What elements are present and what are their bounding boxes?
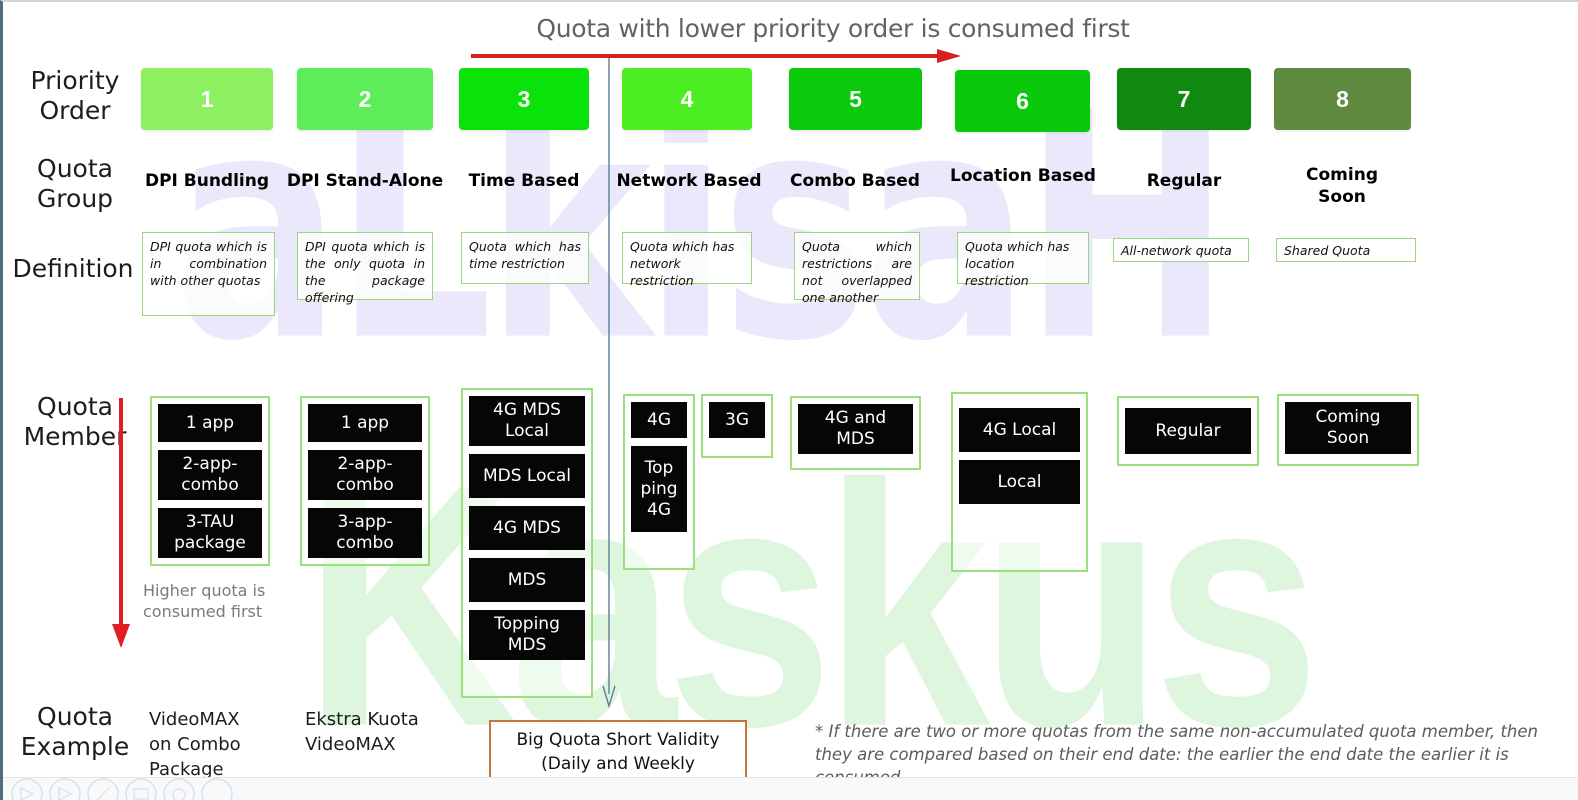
row-label-quota-example: Quota Example — [11, 702, 139, 762]
banner-title: Quota with lower priority order is consu… — [536, 14, 1130, 43]
quota-group-header-3: Time Based — [468, 171, 580, 191]
definition-box-3: Quota which has time restriction — [461, 232, 589, 284]
member-chip[interactable]: 3G — [709, 402, 765, 438]
member-group-6: 4G Local Local — [951, 392, 1088, 572]
member-chip-line2: ping — [640, 478, 678, 499]
member-chip-line1: Coming — [1315, 407, 1381, 427]
member-group-7: Regular — [1117, 396, 1259, 466]
member-group-4: 4G Top ping 4G — [623, 394, 695, 570]
quota-group-header-8-line2: Soon — [1318, 187, 1366, 207]
row-label-example-line1: Quota — [37, 702, 113, 731]
member-chip[interactable]: MDS Local — [469, 454, 585, 498]
row-label-group-line2: Group — [36, 184, 114, 213]
priority-chip-4[interactable]: 4 — [622, 68, 752, 130]
banner-arrow-icon — [471, 49, 961, 63]
member-chip[interactable]: 4G and MDS — [798, 404, 913, 454]
row-label-group-line1: Quota — [37, 154, 113, 183]
section-divider-line — [602, 54, 616, 709]
row-label-priority-order: Priority Order — [11, 66, 139, 126]
quota-example-2-line1: Ekstra Kuota — [305, 709, 419, 730]
member-chip[interactable]: 4G MDS Local — [469, 396, 585, 446]
definition-box-7: All-network quota — [1113, 238, 1249, 262]
member-chip[interactable]: 4G MDS — [469, 506, 585, 550]
quota-group-header-5: Combo Based — [790, 171, 920, 191]
definition-box-8: Shared Quota — [1276, 238, 1416, 262]
member-chip[interactable]: 3-TAU package — [158, 508, 262, 558]
priority-chip-8[interactable]: 8 — [1274, 68, 1411, 130]
member-chip-line1: 3-TAU — [185, 512, 235, 532]
member-chip-line1: 2-app- — [337, 454, 393, 474]
priority-chip-6[interactable]: 6 — [955, 70, 1090, 132]
member-chip[interactable]: MDS — [469, 558, 585, 602]
member-chip-line2: package — [174, 533, 246, 553]
member-chip-line1: 4G and — [824, 408, 887, 428]
member-chip[interactable]: 3-app- combo — [308, 508, 422, 558]
row-label-priority-line1: Priority — [30, 66, 120, 95]
member-chip-line2: Soon — [1326, 428, 1370, 448]
priority-chip-1[interactable]: 1 — [141, 68, 273, 130]
member-chip[interactable]: Top ping 4G — [631, 446, 687, 532]
member-chip-line2: combo — [336, 533, 394, 553]
quota-example-1: VideoMAX on Combo Package — [149, 707, 309, 782]
priority-chip-5[interactable]: 5 — [789, 68, 922, 130]
member-chip[interactable]: 4G — [631, 402, 687, 438]
priority-chip-3[interactable]: 3 — [459, 68, 589, 130]
member-chip-line2: combo — [336, 475, 394, 495]
definition-box-4: Quota which has network restriction — [622, 232, 752, 288]
member-chip[interactable]: 1 app — [308, 404, 422, 442]
member-chip-line1: Top — [644, 457, 674, 478]
bottom-toolbar-icons — [11, 778, 233, 800]
definition-box-2: DPI quota which is the only quota in the… — [297, 232, 433, 305]
quota-group-header-4: Network Based — [616, 171, 762, 191]
quota-group-header-8-line1: Coming — [1306, 165, 1378, 185]
row-label-definition: Definition — [12, 254, 134, 283]
member-group-2: 1 app 2-app- combo 3-app- combo — [300, 396, 430, 566]
member-chip[interactable]: 1 app — [158, 404, 262, 442]
quota-group-header-1: DPI Bundling — [144, 171, 270, 191]
member-chip-line2: Local — [504, 421, 550, 441]
member-chip[interactable]: 2-app- combo — [308, 450, 422, 500]
member-chip-line1: Topping — [494, 614, 560, 634]
member-chip[interactable]: 4G Local — [959, 408, 1080, 452]
quota-example-1-line2: on Combo — [149, 734, 241, 755]
quota-group-header-7: Regular — [1146, 171, 1222, 191]
member-chip[interactable]: Regular — [1125, 408, 1251, 454]
member-group-8: Coming Soon — [1277, 394, 1419, 466]
member-chip-line1: 2-app- — [182, 454, 238, 474]
definition-box-5: Quota which restrictions are not overlap… — [794, 232, 920, 305]
member-chip-line2: MDS — [507, 635, 547, 655]
quota-group-header-6: Location Based — [950, 166, 1096, 186]
member-chip-line1: 3-app- — [337, 512, 393, 532]
diagram-canvas: aLkisaH Kaskus Quota with lower priority… — [0, 0, 1578, 800]
row-label-example-line2: Example — [20, 732, 130, 761]
member-group-1: 1 app 2-app- combo 3-TAU package — [150, 396, 270, 566]
member-group-4-secondary: 3G — [701, 394, 773, 458]
priority-chip-2[interactable]: 2 — [297, 68, 433, 130]
quota-group-header-8: Coming Soon — [1271, 164, 1413, 208]
member-chip[interactable]: Local — [959, 460, 1080, 504]
quota-example-2: Ekstra Kuota VideoMAX — [305, 707, 475, 757]
row-label-quota-group: Quota Group — [11, 154, 139, 214]
member-chip-line1: 4G MDS — [493, 400, 561, 420]
definition-box-1: DPI quota which is in combination with o… — [142, 232, 275, 316]
member-chip[interactable]: 2-app- combo — [158, 450, 262, 500]
quota-group-header-2: DPI Stand-Alone — [286, 171, 444, 191]
member-chip[interactable]: Coming Soon — [1285, 402, 1411, 454]
member-chip[interactable]: Topping MDS — [469, 610, 585, 660]
callout-line1: Big Quota Short Validity — [516, 730, 720, 750]
member-chip-line2: combo — [181, 475, 239, 495]
member-chip-line2: MDS — [836, 429, 875, 449]
member-chip-line3: 4G — [647, 499, 671, 520]
priority-chip-7[interactable]: 7 — [1117, 68, 1251, 130]
note-higher-quota: Higher quota is consumed first — [143, 581, 266, 621]
member-group-3: 4G MDS Local MDS Local 4G MDS MDS Toppin… — [461, 388, 593, 698]
quota-example-2-line2: VideoMAX — [305, 734, 396, 755]
definition-box-6: Quota which has location restriction — [957, 232, 1089, 288]
down-arrow-icon — [112, 398, 130, 648]
member-group-5: 4G and MDS — [790, 396, 921, 470]
row-label-priority-line2: Order — [39, 96, 111, 125]
quota-example-1-line1: VideoMAX — [149, 709, 240, 730]
